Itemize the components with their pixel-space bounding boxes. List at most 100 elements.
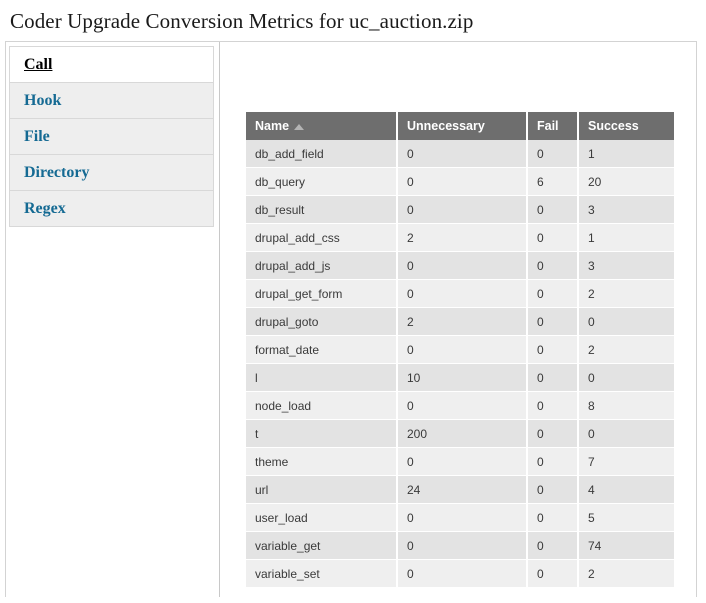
cell-unnecessary: 200	[397, 419, 528, 448]
cell-fail: 0	[527, 559, 579, 588]
sidebar-item-hook[interactable]: Hook	[10, 82, 213, 118]
cell-success: 0	[578, 307, 674, 336]
cell-unnecessary: 2	[397, 223, 528, 252]
cell-fail: 0	[527, 335, 579, 364]
cell-success: 2	[578, 335, 674, 364]
table-row: variable_get 0 0 74	[246, 531, 674, 560]
sidebar-item-call[interactable]: Call	[10, 46, 213, 82]
cell-name: db_result	[246, 195, 398, 224]
column-header-label: Unnecessary	[407, 119, 485, 133]
cell-unnecessary: 0	[397, 167, 528, 196]
sidebar-item-label[interactable]: Directory	[24, 164, 89, 181]
cell-name: l	[246, 363, 398, 392]
category-tab-list: Call Hook File Directory Regex	[9, 46, 214, 227]
cell-fail: 0	[527, 531, 579, 560]
cell-fail: 0	[527, 419, 579, 448]
cell-unnecessary: 0	[397, 251, 528, 280]
cell-name: drupal_add_css	[246, 223, 398, 252]
cell-unnecessary: 10	[397, 363, 528, 392]
cell-success: 3	[578, 195, 674, 224]
cell-unnecessary: 0	[397, 279, 528, 308]
cell-success: 2	[578, 559, 674, 588]
table-row: variable_set 0 0 2	[246, 559, 674, 588]
column-header-fail[interactable]: Fail	[527, 112, 579, 140]
cell-success: 0	[578, 419, 674, 448]
cell-success: 1	[578, 223, 674, 252]
cell-success: 3	[578, 251, 674, 280]
cell-name: t	[246, 419, 398, 448]
cell-unnecessary: 0	[397, 391, 528, 420]
cell-fail: 0	[527, 363, 579, 392]
cell-fail: 0	[527, 307, 579, 336]
cell-unnecessary: 24	[397, 475, 528, 504]
table-row: l 10 0 0	[246, 363, 674, 392]
sidebar-item-label[interactable]: Call	[24, 56, 52, 73]
cell-name: user_load	[246, 503, 398, 532]
page-title: Coder Upgrade Conversion Metrics for uc_…	[10, 9, 474, 33]
cell-name: variable_set	[246, 559, 398, 588]
table-row: format_date 0 0 2	[246, 335, 674, 364]
table-row: drupal_get_form 0 0 2	[246, 279, 674, 308]
cell-fail: 0	[527, 195, 579, 224]
panel-layout: Call Hook File Directory Regex Name Unnecessa…	[6, 42, 696, 597]
cell-name: drupal_add_js	[246, 251, 398, 280]
cell-name: db_add_field	[246, 140, 398, 168]
cell-unnecessary: 0	[397, 335, 528, 364]
cell-success: 20	[578, 167, 674, 196]
table-header-row: Name Unnecessary Fail Success	[246, 112, 674, 140]
cell-name: theme	[246, 447, 398, 476]
table-row: node_load 0 0 8	[246, 391, 674, 420]
cell-unnecessary: 0	[397, 531, 528, 560]
cell-fail: 0	[527, 223, 579, 252]
cell-unnecessary: 0	[397, 140, 528, 168]
column-header-label: Name	[255, 119, 290, 133]
sidebar-item-label[interactable]: Hook	[24, 92, 61, 109]
table-row: db_result 0 0 3	[246, 195, 674, 224]
cell-unnecessary: 0	[397, 559, 528, 588]
table-row: db_add_field 0 0 1	[246, 140, 674, 168]
cell-unnecessary: 0	[397, 503, 528, 532]
cell-name: drupal_goto	[246, 307, 398, 336]
table-row: drupal_goto 2 0 0	[246, 307, 674, 336]
cell-name: node_load	[246, 391, 398, 420]
column-header-name[interactable]: Name	[246, 112, 398, 140]
table-row: url 24 0 4	[246, 475, 674, 504]
sidebar-item-directory[interactable]: Directory	[10, 154, 213, 190]
conversion-metrics-table: Name Unnecessary Fail Success db_add_field 0…	[246, 112, 674, 588]
cell-fail: 0	[527, 140, 579, 168]
table-body: db_add_field 0 0 1 db_query 0 6 20 db_result 0 0 3 d…	[246, 140, 674, 588]
content-area: Name Unnecessary Fail Success db_add_field 0…	[220, 42, 696, 597]
cell-unnecessary: 0	[397, 447, 528, 476]
table-row: user_load 0 0 5	[246, 503, 674, 532]
sidebar-item-label[interactable]: Regex	[24, 200, 66, 217]
table-row: db_query 0 6 20	[246, 167, 674, 196]
cell-name: url	[246, 475, 398, 504]
cell-fail: 0	[527, 391, 579, 420]
column-header-success[interactable]: Success	[578, 112, 674, 140]
column-header-unnecessary[interactable]: Unnecessary	[397, 112, 528, 140]
column-header-label: Success	[588, 119, 639, 133]
cell-success: 2	[578, 279, 674, 308]
cell-name: drupal_get_form	[246, 279, 398, 308]
cell-fail: 0	[527, 279, 579, 308]
table-row: drupal_add_js 0 0 3	[246, 251, 674, 280]
sidebar-item-regex[interactable]: Regex	[10, 190, 213, 226]
table-row: drupal_add_css 2 0 1	[246, 223, 674, 252]
cell-name: variable_get	[246, 531, 398, 560]
table-row: t 200 0 0	[246, 419, 674, 448]
sort-ascending-icon	[294, 123, 305, 130]
metrics-panel: Call Hook File Directory Regex Name Unnecessa…	[5, 41, 697, 597]
cell-fail: 6	[527, 167, 579, 196]
sidebar: Call Hook File Directory Regex	[6, 42, 220, 597]
cell-success: 4	[578, 475, 674, 504]
cell-fail: 0	[527, 447, 579, 476]
cell-unnecessary: 2	[397, 307, 528, 336]
column-header-label: Fail	[537, 119, 559, 133]
sidebar-item-file[interactable]: File	[10, 118, 213, 154]
table-row: theme 0 0 7	[246, 447, 674, 476]
cell-fail: 0	[527, 251, 579, 280]
cell-success: 7	[578, 447, 674, 476]
sidebar-item-label[interactable]: File	[24, 128, 50, 145]
cell-unnecessary: 0	[397, 195, 528, 224]
cell-fail: 0	[527, 475, 579, 504]
